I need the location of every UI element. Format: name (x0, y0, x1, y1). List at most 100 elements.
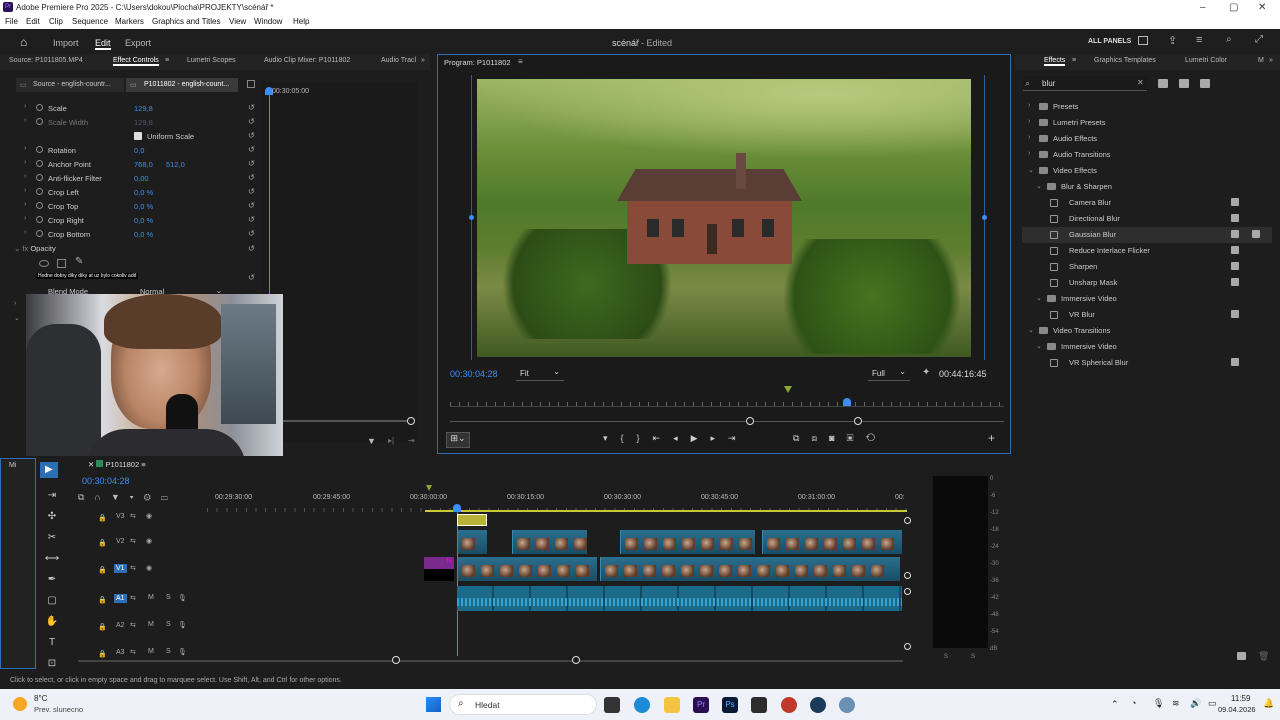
reset-icon[interactable]: ↺ (248, 103, 255, 112)
tab-graphics-templates[interactable]: Graphics Templates (1094, 57, 1156, 64)
ec-zoom-handle[interactable] (407, 417, 415, 425)
ec-property-value[interactable]: 0,0 % (134, 216, 153, 225)
steam-taskbar-icon[interactable] (810, 697, 826, 713)
tab-overflow[interactable]: M (1258, 57, 1264, 64)
sync-icon[interactable]: ⇆ (130, 564, 136, 572)
ec-row[interactable]: Uniform Scale ↺ (0, 130, 262, 144)
track-label[interactable]: A1 (114, 594, 127, 603)
mute-button[interactable]: M (148, 648, 154, 655)
sync-icon[interactable]: ⇆ (130, 512, 136, 520)
collapsed-arrow-icon[interactable]: › (14, 300, 16, 307)
ec-row[interactable]: › Anti-flicker Filter 0,00 ↺ (0, 172, 262, 186)
eye-icon[interactable]: ◉ (146, 512, 152, 520)
menu-window[interactable]: Window (254, 17, 282, 26)
sequence-close-icon[interactable]: ✕ (88, 460, 94, 469)
effects-folder[interactable]: › Presets (1022, 99, 1272, 115)
chevron-right-icon[interactable]: › (1028, 134, 1030, 141)
solo-button[interactable]: S (166, 648, 171, 655)
lock-icon[interactable]: 🔒 (98, 566, 107, 574)
photoshop-taskbar-icon[interactable]: Ps (722, 697, 738, 713)
scroll-handle-right[interactable] (572, 656, 580, 664)
lock-icon[interactable]: 🔒 (98, 539, 107, 547)
caption-tool[interactable]: ⊡ (43, 658, 61, 674)
stopwatch-icon[interactable] (36, 188, 43, 195)
menu-markers[interactable]: Markers (115, 17, 144, 26)
edit-controls[interactable]: ⧉⧈◙▣⟲ (793, 433, 887, 444)
effects-search-value[interactable]: blur (1042, 79, 1055, 88)
menu-graphics[interactable]: Graphics and Titles (152, 17, 220, 26)
chevron-down-icon[interactable]: ⌄ (1036, 294, 1042, 302)
tab-lumetri-color[interactable]: Lumetri Color (1185, 57, 1227, 64)
mute-button[interactable]: M (148, 621, 154, 628)
close-button[interactable]: ✕ (1258, 2, 1266, 13)
effects-item[interactable]: Reduce Interlace Flicker (1022, 243, 1272, 259)
chevron-right-icon[interactable]: › (1028, 118, 1030, 125)
yuv-filter-icon[interactable] (1200, 79, 1210, 88)
expand-arrow-icon[interactable]: › (24, 201, 26, 208)
start-button-icon[interactable] (426, 697, 441, 712)
ec-property-value[interactable]: 129,8 (134, 118, 153, 127)
expand-arrow-icon[interactable]: › (24, 117, 26, 124)
stopwatch-icon[interactable] (36, 118, 43, 125)
notifications-icon[interactable]: 🔔 (1263, 698, 1274, 709)
obs-taskbar-icon[interactable] (781, 697, 797, 713)
track-header-v1[interactable]: 🔒 V1 ⇆ ◉ (80, 562, 205, 588)
effects-folder[interactable]: › Audio Effects (1022, 131, 1272, 147)
clear-search-icon[interactable]: ✕ (1137, 78, 1144, 87)
filter-icon[interactable]: ▼ (367, 436, 376, 446)
menu-file[interactable]: File (5, 17, 18, 26)
program-zoom-bar[interactable] (450, 421, 1004, 422)
ec-property-value[interactable]: 0,0 % (134, 202, 153, 211)
task-view-icon[interactable] (604, 697, 620, 713)
eye-icon[interactable]: ◉ (146, 564, 152, 572)
ripple-edit-tool[interactable]: ✣ (43, 511, 61, 527)
hand-tool[interactable]: ✋ (43, 616, 61, 632)
app-taskbar-icon[interactable] (751, 697, 767, 713)
effects-folder[interactable]: › Audio Transitions (1022, 147, 1272, 163)
edit-tab[interactable]: Edit (95, 38, 111, 50)
tray-network-icon[interactable]: ◔ (1131, 698, 1136, 708)
stopwatch-icon[interactable] (36, 216, 43, 223)
effects-folder[interactable]: ⌄ Video Effects (1022, 163, 1272, 179)
clip-v2[interactable] (762, 530, 902, 554)
effects-folder[interactable]: ⌄ Immersive Video (1022, 291, 1272, 307)
track-label[interactable]: V3 (114, 512, 127, 521)
chevron-down-icon[interactable]: ⌄ (1028, 326, 1034, 334)
tray-chevron-icon[interactable]: ⌃ (1111, 699, 1119, 710)
ec-zoom-bar[interactable] (262, 420, 412, 422)
ec-property-value[interactable]: 768,0 (134, 160, 153, 169)
new-bin-icon[interactable] (1237, 652, 1246, 660)
premiere-taskbar-icon[interactable]: Pr (693, 697, 709, 713)
ec-sequence-tab[interactable]: ▭ P1011802 - english-count... (126, 78, 238, 92)
menu-help[interactable]: Help (293, 17, 309, 26)
all-panels-label[interactable]: ALL PANELS (1088, 38, 1131, 45)
export-tab[interactable]: Export (125, 38, 151, 48)
timeline-options[interactable]: ⧉∩▼▾⚙▭ (78, 492, 198, 506)
solo-left[interactable]: S (944, 654, 948, 660)
eye-icon[interactable]: ◉ (146, 537, 152, 545)
reset-icon[interactable]: ↺ (248, 201, 255, 210)
settings-icon[interactable]: ≡ (1196, 34, 1202, 46)
sync-icon[interactable]: ⇆ (130, 648, 136, 656)
timeline-timecode[interactable]: 00:30:04:28 (82, 476, 130, 486)
expand-arrow-icon[interactable]: › (24, 187, 26, 194)
mic-icon[interactable]: 🎙 (178, 594, 187, 602)
taskbar-search[interactable]: ⌕ Hledat (449, 694, 597, 715)
expand-arrow-icon[interactable]: › (24, 173, 26, 180)
mic-icon[interactable]: 🎙 (178, 648, 187, 656)
project-panel-collapsed[interactable]: Mi (0, 458, 36, 669)
track-header-a2[interactable]: 🔒 A2 ⇆ M S 🎙 (80, 619, 205, 645)
effects-folder[interactable]: › Lumetri Presets (1022, 115, 1272, 131)
zoom-handle-right[interactable] (854, 417, 862, 425)
tab-menu-icon[interactable]: ≡ (165, 57, 169, 64)
file-explorer-icon[interactable] (664, 697, 680, 713)
clip-v1[interactable] (600, 557, 900, 581)
reset-icon[interactable]: ↺ (248, 159, 255, 168)
panel-layout-icon[interactable] (1138, 36, 1148, 45)
scroll-handle-left[interactable] (392, 656, 400, 664)
stopwatch-icon[interactable] (36, 202, 43, 209)
slip-tool[interactable]: ⟷ (43, 553, 61, 569)
effects-menu-icon[interactable]: ≡ (1072, 57, 1076, 64)
ec-row[interactable]: › Crop Right 0,0 % ↺ (0, 214, 262, 228)
track-end-v1[interactable] (904, 572, 911, 579)
